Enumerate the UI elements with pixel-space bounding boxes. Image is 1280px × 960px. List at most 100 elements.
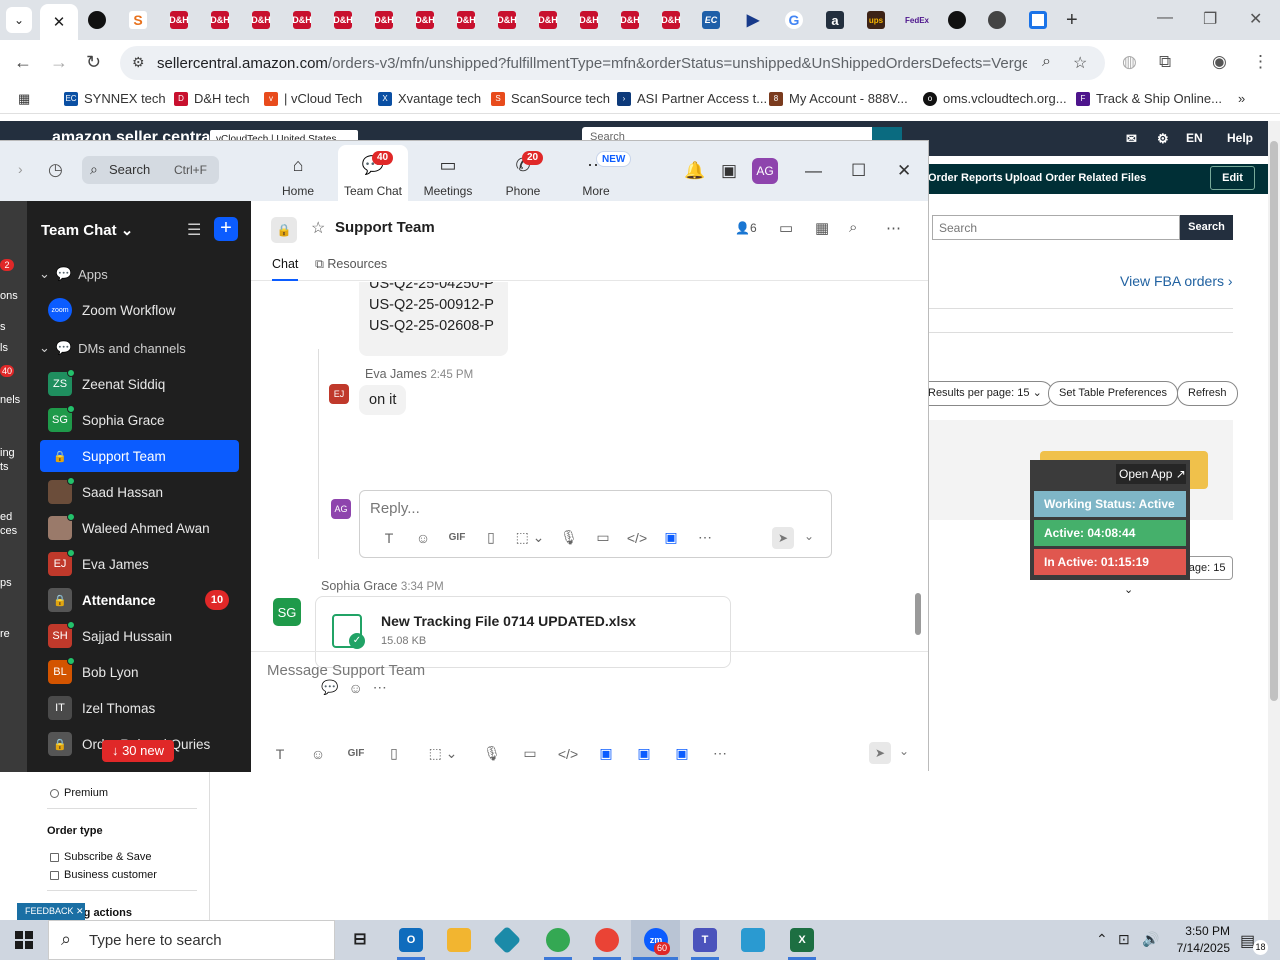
excel-icon[interactable]: X [790, 928, 814, 952]
filter-business-customer[interactable]: Business customer [50, 869, 157, 881]
dh-icon[interactable]: D&H [251, 11, 271, 29]
mic-icon[interactable]: 🎙 [552, 529, 586, 546]
dh-icon[interactable]: D&H [415, 11, 435, 29]
sidebar-item-support-team[interactable]: 🔒 Support Team [40, 440, 239, 472]
dh-icon[interactable]: D&H [210, 11, 230, 29]
refresh-button[interactable]: Refresh [1177, 381, 1238, 406]
send-icon[interactable]: ➤ [869, 742, 891, 764]
sidebar-item-waleed-ahmed-awan[interactable]: Waleed Ahmed Awan [40, 512, 239, 544]
sidebar-title[interactable]: Team Chat ⌄ [41, 221, 133, 239]
app-icon[interactable]: ▣ [654, 529, 688, 546]
tray-overflow-icon[interactable]: ⌃ [1096, 931, 1108, 948]
bookmark-item[interactable]: 8 My Account - 888V... [769, 91, 908, 106]
nav-home[interactable]: ⌂ Home [263, 145, 333, 201]
fedex-icon[interactable]: FedEx [905, 11, 929, 29]
forward-icon[interactable]: → [50, 52, 68, 73]
more-icon[interactable]: ⋯ [701, 745, 739, 762]
format-icon[interactable]: T [372, 530, 406, 546]
chevron-down-icon[interactable]: ⌄ [899, 744, 909, 758]
apps-grid-icon[interactable]: ▦ [18, 91, 30, 107]
sidebar-item-zeenat-siddiq[interactable]: ZS Zeenat Siddiq [40, 368, 239, 400]
more-icon[interactable]: ⋯ [688, 529, 722, 546]
app-icon[interactable]: ▣ [663, 745, 701, 762]
teams-icon[interactable]: T [693, 928, 717, 952]
feedback-button[interactable]: FEEDBACK ✕ [17, 903, 85, 920]
star-icon[interactable]: ☆ [311, 218, 325, 238]
reply-icon[interactable]: 💬 [321, 679, 338, 696]
url-text[interactable]: sellercentral.amazon.com/orders-v3/mfn/u… [157, 55, 1027, 72]
bookmark-item[interactable]: D D&H tech [174, 91, 250, 106]
user-avatar[interactable]: AG [752, 158, 778, 184]
chrome-icon[interactable] [595, 928, 619, 952]
dh-icon[interactable]: D&H [538, 11, 558, 29]
order-search-input[interactable]: Search [932, 215, 1180, 240]
chrome-icon[interactable] [988, 11, 1006, 29]
search-icon[interactable]: ⌕ [849, 219, 857, 236]
emoji-icon[interactable]: ☺ [299, 746, 337, 762]
nav-phone[interactable]: ✆ Phone 20 [488, 145, 558, 201]
view-fba-link[interactable]: View FBA orders › [1120, 273, 1233, 289]
taskbar-search[interactable]: ⌕ Type here to search [48, 920, 335, 960]
page-scrollbar[interactable] [1268, 121, 1280, 920]
file-attachment[interactable]: ✓ New Tracking File 0714 UPDATED.xlsx 15… [315, 596, 731, 668]
sidebar-item-zoom-workflow[interactable]: zoom Zoom Workflow [40, 294, 239, 326]
reply-input[interactable]: Reply... T ☺ GIF ▯ ⬚ ⌄ 🎙 ▭ </> ▣ ⋯ ➤ ⌄ [359, 490, 832, 558]
screenshot-icon[interactable]: ⬚ ⌄ [508, 529, 552, 546]
open-app-link[interactable]: Open App ↗ [1116, 464, 1186, 484]
close-window-icon[interactable]: ✕ [1249, 9, 1262, 29]
avatar[interactable]: SG [273, 598, 301, 626]
forward-icon[interactable]: › [18, 161, 23, 177]
minimize-icon[interactable]: — [1157, 9, 1173, 27]
history-icon[interactable]: ◷ [48, 160, 63, 180]
app-icon[interactable]: ▣ [587, 745, 625, 762]
tab-chat[interactable]: Chat [272, 257, 299, 281]
address-bar[interactable]: ⚙ sellercentral.amazon.com/orders-v3/mfn… [120, 46, 1105, 80]
chevron-down-icon[interactable]: ⌄ [804, 529, 814, 543]
new-tab-button[interactable]: + [1066, 9, 1078, 32]
maximize-icon[interactable]: ☐ [851, 161, 866, 181]
members-button[interactable]: 👤6 [735, 221, 757, 235]
bookmark-star-icon[interactable]: ☆ [1073, 53, 1087, 73]
order-reports-link[interactable]: Order Reports [928, 172, 1003, 184]
app-icon[interactable] [492, 925, 522, 955]
file-name[interactable]: New Tracking File 0714 UPDATED.xlsx [381, 613, 636, 629]
app-icon[interactable] [1029, 11, 1047, 29]
dh-icon[interactable]: D&H [456, 11, 476, 29]
notification-bell-icon[interactable]: 🔔 [684, 161, 705, 181]
send-icon[interactable]: ➤ [772, 527, 794, 549]
close-icon[interactable]: ✕ [53, 13, 66, 31]
stackoverflow-icon[interactable]: S [129, 11, 147, 29]
start-button[interactable] [0, 920, 48, 960]
video-clip-icon[interactable]: ▭ [511, 745, 549, 762]
section-dms[interactable]: ⌄ 💬 DMs and channels [39, 340, 186, 356]
task-view-icon[interactable]: ⊟ [348, 928, 372, 952]
tab-resources[interactable]: ⧉ Resources [315, 257, 387, 281]
nav-meetings[interactable]: ▭ Meetings [413, 145, 483, 201]
calendar-icon[interactable]: ▣ [721, 161, 737, 181]
results-per-page-select[interactable]: Results per page: 15 ⌄ [918, 381, 1053, 406]
video-clip-icon[interactable]: ▭ [586, 529, 620, 546]
volume-icon[interactable]: 🔊 [1142, 931, 1159, 948]
amazon-icon[interactable]: a [826, 11, 844, 29]
add-reaction-icon[interactable]: ☺ [348, 680, 362, 696]
filter-icon[interactable]: ☰ [187, 220, 201, 240]
site-info-icon[interactable]: ⚙ [132, 54, 145, 71]
app-icon[interactable]: ▣ [625, 745, 663, 762]
upload-files-link[interactable]: Upload Order Related Files [1005, 172, 1146, 184]
code-icon[interactable]: </> [549, 746, 587, 762]
openai-icon[interactable] [948, 11, 966, 29]
github-icon[interactable] [88, 11, 106, 29]
zoom-search[interactable]: ⌕ Search Ctrl+F [82, 156, 219, 184]
close-icon[interactable]: ✕ [897, 161, 911, 181]
dh-icon[interactable]: D&H [169, 11, 189, 29]
message-input[interactable]: Message Support Team [267, 662, 425, 679]
network-icon[interactable]: ⊡ [1118, 931, 1130, 948]
message-bubble[interactable]: US-Q2-25-04250-P US-Q2-25-00912-P US-Q2-… [359, 282, 508, 356]
section-apps[interactable]: ⌄ 💬 Apps [39, 266, 108, 282]
new-messages-button[interactable]: ↓ 30 new [102, 740, 174, 762]
extensions-icon[interactable]: ⧉ [1159, 52, 1171, 72]
chrome-icon[interactable] [546, 928, 570, 952]
file-explorer-icon[interactable] [447, 928, 471, 952]
file-icon[interactable]: ▯ [375, 745, 413, 762]
screenshot-icon[interactable]: ⬚ ⌄ [413, 745, 473, 762]
